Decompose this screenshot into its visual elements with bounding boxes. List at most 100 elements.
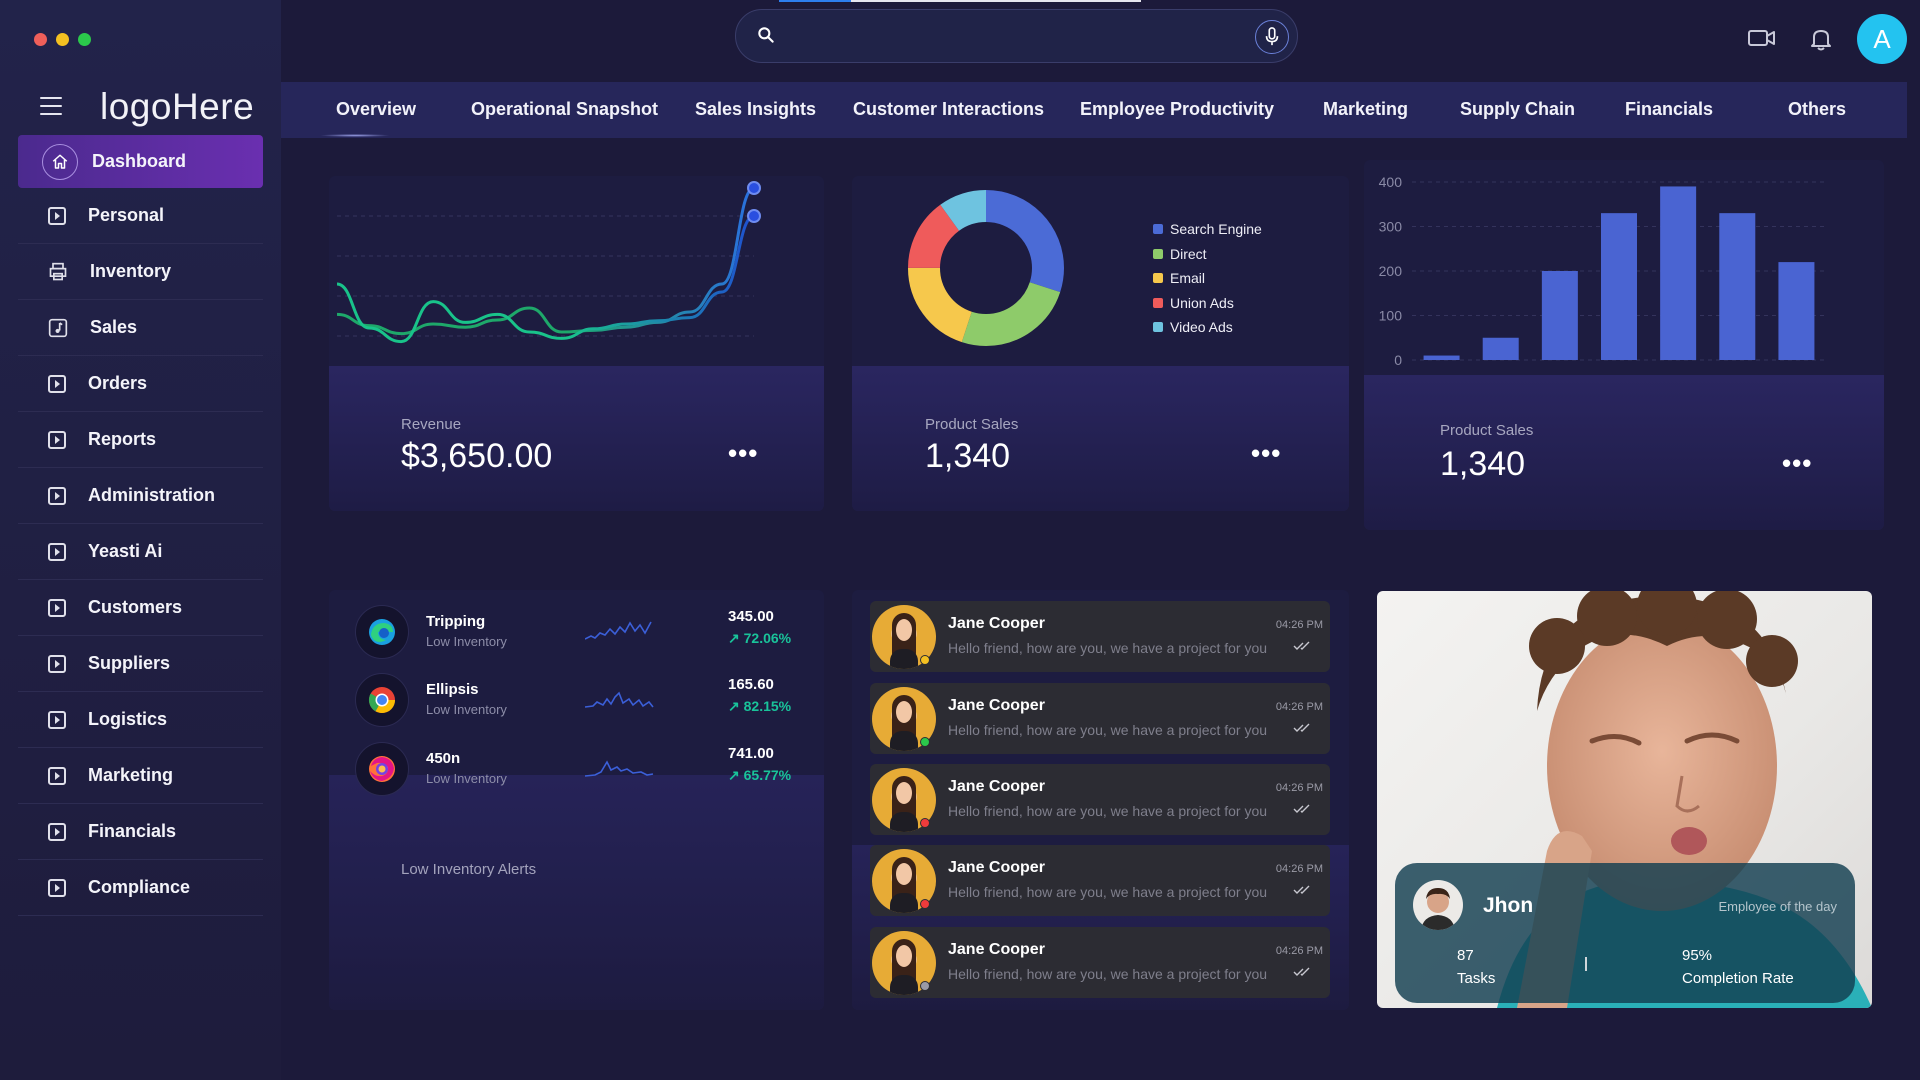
sidebar-item-customers[interactable]: Customers: [18, 580, 263, 636]
inventory-item-value: 741.00: [728, 745, 774, 762]
inventory-item[interactable]: 450n Low Inventory 741.00 ↗ 65.77%: [355, 742, 815, 800]
message-time: 04:26 PM: [1275, 945, 1323, 957]
hamburger-menu-icon[interactable]: [40, 97, 62, 115]
status-dot: [920, 737, 930, 747]
message-time: 04:26 PM: [1275, 701, 1323, 713]
product-sales-value: 1,340: [1440, 445, 1526, 483]
play-square-icon: [48, 878, 66, 897]
product-sales-label: Product Sales: [1440, 422, 1534, 439]
more-options-icon[interactable]: •••: [728, 438, 758, 469]
line-series: [336, 186, 755, 336]
sidebar-item-administration[interactable]: Administration: [18, 468, 263, 524]
microphone-icon[interactable]: [1255, 20, 1289, 54]
sidebar-item-logistics[interactable]: Logistics: [18, 692, 263, 748]
employee-of-the-day-card[interactable]: Jhon Employee of the day 87 Tasks 95% Co…: [1377, 591, 1872, 1008]
tab-overview[interactable]: Overview: [336, 99, 416, 120]
sidebar-item-sales[interactable]: Sales: [18, 300, 263, 356]
message-time: 04:26 PM: [1275, 619, 1323, 631]
more-options-icon[interactable]: •••: [1782, 448, 1812, 479]
window-controls: [34, 33, 91, 46]
bar: [1719, 213, 1756, 360]
message-preview: Hello friend, how are you, we have a pro…: [948, 884, 1268, 900]
series-endpoint: [747, 181, 761, 195]
tab-supply-chain[interactable]: Supply Chain: [1460, 99, 1575, 120]
search-icon[interactable]: [756, 25, 776, 50]
close-window-button[interactable]: [34, 33, 47, 46]
inventory-item-value: 165.60: [728, 676, 774, 693]
product-sales-donut-card: Product Sales 1,340 •••: [852, 176, 1349, 511]
sidebar-item-marketing[interactable]: Marketing: [18, 748, 263, 804]
inventory-item[interactable]: Ellipsis Low Inventory 165.60 ↗ 82.15%: [355, 673, 815, 731]
tab-employee-productivity[interactable]: Employee Productivity: [1080, 99, 1274, 120]
divider: [1585, 957, 1587, 971]
sidebar: logoHere Dashboard Personal Inventory Sa…: [0, 0, 281, 1080]
sidebar-item-financials[interactable]: Financials: [18, 804, 263, 860]
status-dot: [920, 899, 930, 909]
inventory-item-name: Tripping: [426, 613, 486, 630]
home-icon: [42, 143, 78, 180]
search-input[interactable]: [796, 20, 1216, 54]
bell-icon[interactable]: [1810, 27, 1832, 56]
line-series: [336, 214, 755, 344]
product-sales-bar-chart: 400 300 200 100 0: [1379, 174, 1826, 368]
maximize-window-button[interactable]: [78, 33, 91, 46]
y-tick-label: 400: [1379, 174, 1403, 190]
video-camera-icon[interactable]: [1748, 28, 1776, 53]
message-item[interactable]: Jane Cooper Hello friend, how are you, w…: [870, 601, 1330, 672]
active-tab-indicator: [320, 134, 390, 137]
sidebar-item-dashboard[interactable]: Dashboard: [18, 135, 263, 188]
status-dot: [920, 981, 930, 991]
status-dot: [920, 655, 930, 665]
product-sales-bar-card: 400 300 200 100 0 Product Sales 1,340 •••: [1364, 160, 1884, 530]
legend-label: Email: [1170, 270, 1206, 287]
message-item[interactable]: Jane Cooper Hello friend, how are you, w…: [870, 927, 1330, 998]
sidebar-item-reports[interactable]: Reports: [18, 412, 263, 468]
tab-marketing[interactable]: Marketing: [1323, 99, 1408, 120]
sidebar-item-suppliers[interactable]: Suppliers: [18, 636, 263, 692]
y-tick-label: 100: [1379, 308, 1403, 324]
more-options-icon[interactable]: •••: [1251, 438, 1281, 469]
message-item[interactable]: Jane Cooper Hello friend, how are you, w…: [870, 683, 1330, 754]
sparkline: [585, 760, 654, 777]
sidebar-item-orders[interactable]: Orders: [18, 356, 263, 412]
sidebar-item-label: Reports: [88, 429, 157, 449]
revenue-line-chart: [336, 181, 761, 344]
tasks-label: Tasks: [1457, 970, 1496, 987]
sidebar-item-personal[interactable]: Personal: [18, 188, 263, 244]
message-item[interactable]: Jane Cooper Hello friend, how are you, w…: [870, 845, 1330, 916]
tab-sales-insights[interactable]: Sales Insights: [695, 99, 816, 120]
y-tick-label: 300: [1379, 219, 1403, 235]
sidebar-item-label: Yeasti Ai: [88, 541, 163, 561]
tab-financials[interactable]: Financials: [1625, 99, 1713, 120]
employee-name: Jhon: [1483, 894, 1534, 917]
sparkline: [585, 621, 652, 640]
double-check-icon: [1293, 885, 1310, 894]
app-logo: logoHere: [100, 86, 255, 127]
legend-item: Search Engine: [1153, 217, 1262, 242]
edge-icon: [355, 605, 409, 659]
sidebar-item-inventory[interactable]: Inventory: [18, 244, 263, 300]
low-inventory-alerts-label: Low Inventory Alerts: [401, 861, 537, 878]
legend-label: Direct: [1170, 245, 1207, 262]
bar: [1482, 337, 1519, 360]
message-item[interactable]: Jane Cooper Hello friend, how are you, w…: [870, 764, 1330, 835]
product-sales-label: Product Sales: [925, 416, 1019, 433]
donut-legend: Search Engine Direct Email Union Ads Vid…: [1153, 217, 1262, 340]
legend-label: Union Ads: [1170, 294, 1234, 311]
sidebar-item-yeasti-ai[interactable]: Yeasti Ai: [18, 524, 263, 580]
series-endpoint: [747, 209, 761, 223]
tab-others[interactable]: Others: [1788, 99, 1846, 120]
sidebar-item-label: Personal: [88, 205, 165, 225]
user-avatar[interactable]: A: [1857, 14, 1907, 64]
tab-customer-interactions[interactable]: Customer Interactions: [853, 99, 1044, 120]
double-check-icon: [1293, 641, 1310, 650]
sidebar-item-compliance[interactable]: Compliance: [18, 860, 263, 916]
tab-operational-snapshot[interactable]: Operational Snapshot: [471, 99, 658, 120]
play-square-icon: [48, 598, 66, 617]
legend-item: Direct: [1153, 242, 1262, 267]
minimize-window-button[interactable]: [56, 33, 69, 46]
play-square-icon: [48, 542, 66, 561]
inventory-item[interactable]: Tripping Low Inventory 345.00 ↗ 72.06%: [355, 605, 815, 663]
employee-tag: Employee of the day: [1718, 899, 1837, 914]
inventory-item-name: Ellipsis: [426, 681, 479, 698]
